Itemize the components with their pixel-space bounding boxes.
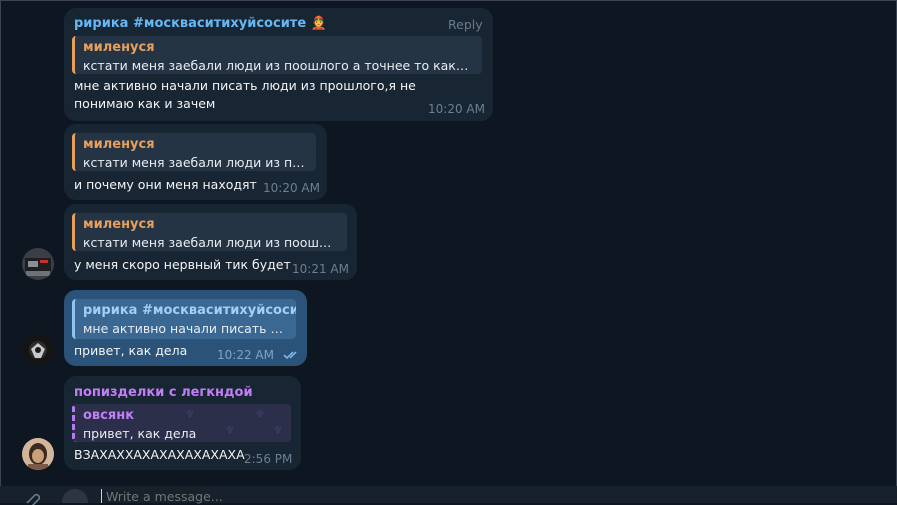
double-check-icon [283,351,297,360]
reply-quote[interactable]: миленуся кстати меня заебали люди из поо… [72,36,482,74]
message-time: 10:21 AM [292,262,349,276]
text-caret [101,489,102,503]
message-time: 10:20 AM [263,181,320,195]
message-time: 2:56 PM [244,452,293,466]
avatar-image [22,248,54,280]
reply-quote[interactable]: миленуся кстати меня заебали люди из поо… [72,133,316,171]
quote-text: мне активно начали писать л... [83,321,288,336]
quote-author: ририка #москваситихуйсосите [83,303,296,318]
reply-quote[interactable]: ририка #москваситихуйсосите мне активно … [72,299,296,339]
message-text: у меня скоро нервный тик будет [74,257,291,272]
message-time: 10:22 AM [217,348,274,362]
message-bubble[interactable]: ририка #москваситихуйсосите 👲 Reply миле… [64,8,493,121]
composer-avatar[interactable] [62,489,88,503]
message-text: мне активно начали писать люди из прошло… [74,78,416,111]
avatar-image [22,334,54,366]
avatar[interactable] [22,248,54,280]
avatar[interactable] [22,334,54,366]
quote-text: кстати меня заебали люди из поошлого а т… [83,58,474,73]
reply-quote[interactable]: ♆ ♆ ♆ ♆ овсянк привет, как дела [72,404,291,442]
message-text: ВЗАХАХХАХАХАХАХАХАХА [74,447,245,462]
quote-text: кстати меня заебали люди из поо... [83,155,308,170]
message-text: привет, как дела [74,343,188,358]
reply-quote[interactable]: миленуся кстати меня заебали люди из поо… [72,213,347,251]
avatar-image [22,438,54,470]
message-time: 10:20 AM [428,102,485,116]
quote-text: привет, как дела [83,426,197,441]
quote-author: миленуся [83,40,155,55]
message-bubble-outgoing[interactable]: ририка #москваситихуйсосите мне активно … [64,290,307,366]
avatar[interactable] [22,438,54,470]
message-bubble[interactable]: миленуся кстати меня заебали люди из поо… [64,204,357,280]
message-text: и почему они меня находят [74,177,257,192]
message-input[interactable] [104,487,808,505]
quote-author: миленуся [83,137,155,152]
sender-name[interactable]: попизделки с легкндой [74,385,253,400]
sender-name[interactable]: ририка #москваситихуйсосите 👲 [74,16,327,31]
message-bubble[interactable]: попизделки с легкндой ♆ ♆ ♆ ♆ овсянк при… [64,376,301,470]
quote-author: миленуся [83,217,155,232]
reply-button[interactable]: Reply [448,17,483,32]
quote-author: овсянк [83,408,135,423]
quote-text: кстати меня заебали люди из поошло... [83,235,339,250]
message-bubble[interactable]: миленуся кстати меня заебали люди из поо… [64,124,327,200]
